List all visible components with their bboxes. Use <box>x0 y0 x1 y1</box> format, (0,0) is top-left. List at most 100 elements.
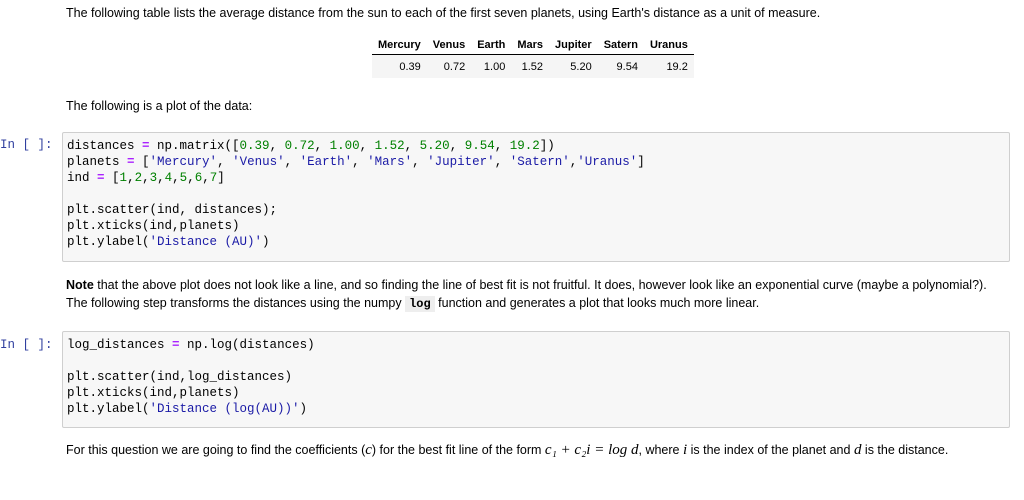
code-token: = <box>172 338 180 352</box>
table-header: Mercury <box>372 36 427 55</box>
code-cell-2[interactable]: log_distances = np.log(distances) plt.sca… <box>62 331 1010 428</box>
table-header: Venus <box>426 36 472 55</box>
note-bold: Note <box>66 278 94 292</box>
code-token: , <box>404 139 420 153</box>
code-cell-1[interactable]: distances = np.matrix([0.39, 0.72, 1.00,… <box>62 132 1010 262</box>
code-token: , <box>352 155 368 169</box>
code-token: , <box>494 155 510 169</box>
distance-table: Mercury Venus Earth Mars Jupiter Satern Uranus… <box>372 36 694 78</box>
code-token: plt.xticks(ind,planets) <box>67 219 240 233</box>
code-token: plt.scatter(ind, distances); <box>67 203 278 217</box>
table-header: Uranus <box>643 36 694 55</box>
code-token: 2 <box>134 171 143 185</box>
code-token: 'Jupiter' <box>427 155 495 169</box>
code-token: , <box>449 139 465 153</box>
table-cell: 19.2 <box>643 54 694 78</box>
final-text: For this question we are going to find t… <box>66 441 996 459</box>
code-token: ) <box>299 402 308 416</box>
table-cell: 0.39 <box>372 54 427 78</box>
code-token: 19.2 <box>509 139 540 153</box>
code-token: 'Satern' <box>509 155 570 169</box>
plot-intro-text: The following is a plot of the data: <box>66 99 253 113</box>
table-cell: 9.54 <box>597 54 644 78</box>
code-token: ]) <box>539 139 555 153</box>
code-token: 'Distance (log(AU))' <box>149 402 300 416</box>
code-token: np.log(distances) <box>179 338 315 352</box>
code-token: 0.72 <box>284 139 315 153</box>
cell-prompt: In [ ]: <box>0 138 53 152</box>
code-token: [ <box>134 155 150 169</box>
code-line: plt.ylabel('Distance (AU)') <box>67 234 1005 250</box>
code-token: = <box>142 139 150 153</box>
inline-code-log: log <box>405 296 435 312</box>
code-token: , <box>142 171 150 185</box>
code-token: log_distances <box>67 338 173 352</box>
code-line: ind = [1,2,3,4,5,6,7] <box>67 170 1005 186</box>
code-line: log_distances = np.log(distances) <box>67 337 1005 353</box>
code-token: planets <box>67 155 128 169</box>
code-token: ] <box>637 155 645 169</box>
code-token: 1.00 <box>329 139 360 153</box>
code-token: = <box>97 171 105 185</box>
table-header: Mars <box>511 36 550 55</box>
code-line: plt.xticks(ind,planets) <box>67 385 1005 401</box>
code-token: , <box>217 155 233 169</box>
code-token: plt.ylabel( <box>67 235 150 249</box>
table-header: Earth <box>471 36 512 55</box>
code-token: , <box>269 139 285 153</box>
code-line: distances = np.matrix([0.39, 0.72, 1.00,… <box>67 138 1005 154</box>
table-header: Satern <box>597 36 644 55</box>
code-token: , <box>284 155 300 169</box>
code-token: , <box>314 139 330 153</box>
code-token: ] <box>217 171 225 185</box>
code-token: 9.54 <box>464 139 495 153</box>
code-line: plt.xticks(ind,planets) <box>67 218 1005 234</box>
code-token: ) <box>262 235 270 249</box>
code-token: , <box>494 139 510 153</box>
code-token: 'Mercury' <box>149 155 218 169</box>
code-token: , <box>157 171 165 185</box>
code-token: , <box>412 155 428 169</box>
code-token: 1.52 <box>374 139 405 153</box>
code-token: , <box>359 139 375 153</box>
code-token: , <box>187 171 195 185</box>
final-text-3: , where <box>638 443 683 457</box>
final-text-2: ) for the best fit line of the form <box>371 443 545 457</box>
code-line: plt.scatter(ind,log_distances) <box>67 369 1005 385</box>
code-token: 1 <box>119 171 128 185</box>
code-token: plt.ylabel( <box>67 402 150 416</box>
intro-text: The following table lists the average di… <box>66 6 821 20</box>
math-formula: c₁ + c₂i = log d <box>544 442 639 458</box>
code-token: 'Earth' <box>299 155 353 169</box>
code-token: , <box>172 171 180 185</box>
note-text: Note that the above plot does not look l… <box>66 276 996 313</box>
math-c: c <box>365 442 372 458</box>
code-token: 3 <box>149 171 158 185</box>
table-header: Jupiter <box>549 36 598 55</box>
code-token: , <box>202 171 210 185</box>
code-line: plt.ylabel('Distance (log(AU))') <box>67 401 1005 417</box>
final-text-1: For this question we are going to find t… <box>66 443 366 457</box>
code-token: plt.scatter(ind,log_distances) <box>67 370 293 384</box>
code-token: 0.39 <box>239 139 270 153</box>
cell-prompt: In [ ]: <box>0 338 53 352</box>
table-cell: 5.20 <box>549 54 598 78</box>
table-cell: 1.52 <box>511 54 550 78</box>
code-token: 'Mars' <box>367 155 413 169</box>
code-line: planets = ['Mercury', 'Venus', 'Earth', … <box>67 154 1005 170</box>
code-token: , <box>127 171 135 185</box>
code-token: ind <box>67 171 98 185</box>
code-line: plt.scatter(ind, distances); <box>67 202 1005 218</box>
note-text-2: function and generates a plot that looks… <box>434 296 760 310</box>
table-cell: 1.00 <box>471 54 512 78</box>
code-token: plt.xticks(ind,planets) <box>67 386 240 400</box>
final-text-4: is the index of the planet and <box>687 443 854 457</box>
final-text-5: is the distance. <box>861 443 949 457</box>
table-cell: 0.72 <box>426 54 472 78</box>
code-token: 'Venus' <box>232 155 285 169</box>
code-token: 'Distance (AU)' <box>149 235 263 249</box>
code-token: 5.20 <box>419 139 450 153</box>
code-token: [ <box>104 171 120 185</box>
